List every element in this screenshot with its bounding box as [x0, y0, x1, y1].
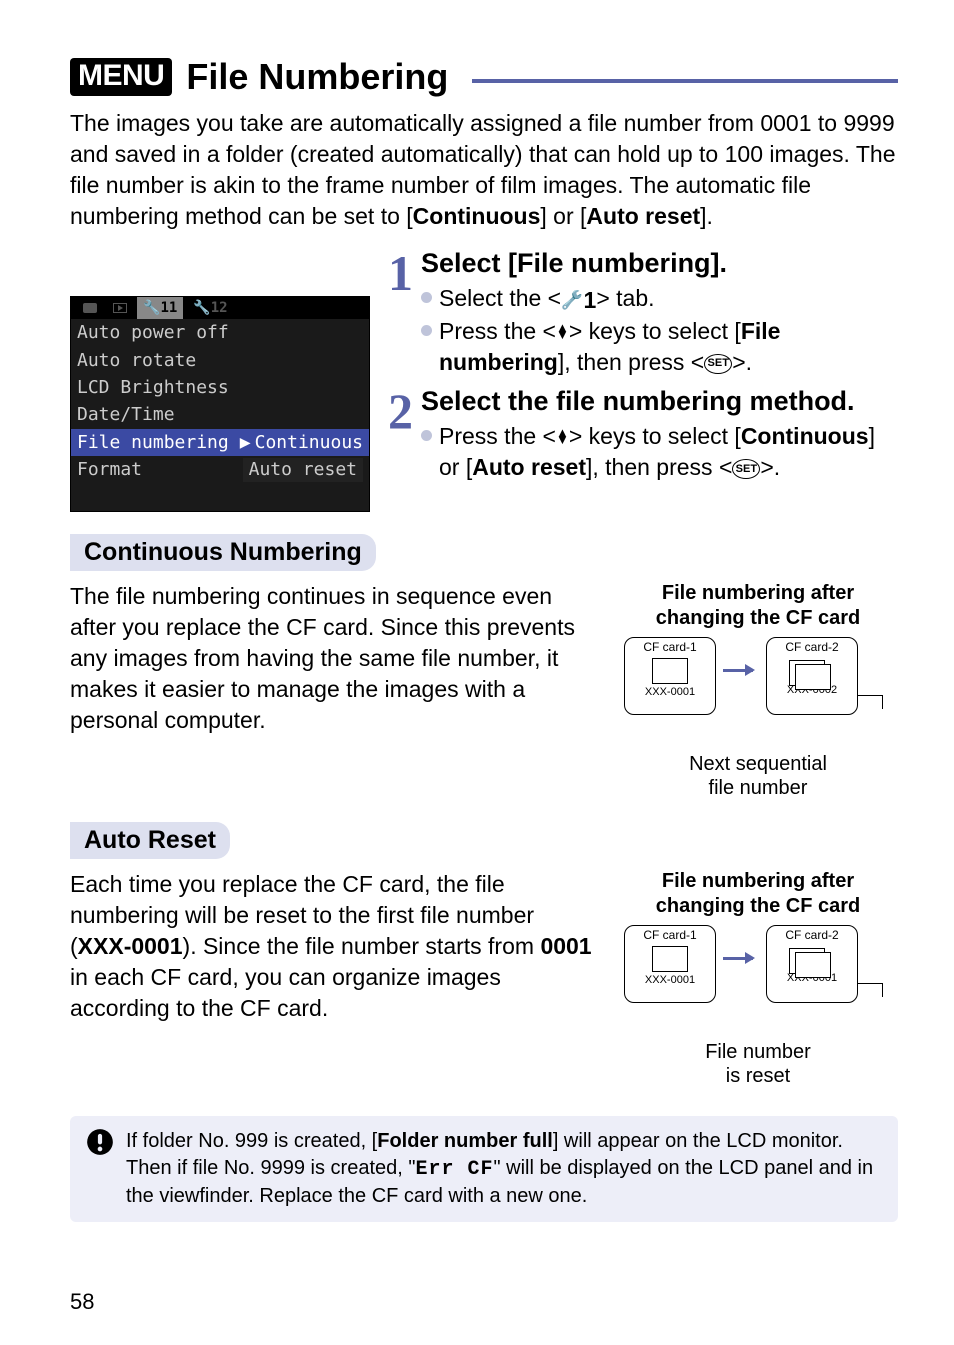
- lcd-row: Date/Time: [71, 401, 369, 428]
- warning-text: If folder No. 999 is created, [Folder nu…: [126, 1128, 882, 1210]
- diagram-title: File numbering after changing the CF car…: [618, 869, 898, 919]
- lcd-row-selected: File numbering ▶Continuous: [71, 429, 369, 456]
- wrench-icon: 🔧1: [561, 285, 596, 316]
- step-bullet: Select the <🔧1> tab.: [421, 283, 898, 316]
- card-label: CF card-2: [767, 928, 857, 942]
- arrow-icon: [723, 669, 753, 672]
- step-number: 1: [388, 248, 413, 378]
- card-label: CF card-2: [767, 640, 857, 654]
- step-title: Select [File numbering].: [421, 248, 898, 279]
- step-2: 2 Select the file numbering method. Pres…: [388, 386, 898, 483]
- lcd-tab-camera-icon: [77, 297, 103, 319]
- diagram-caption: File numberis reset: [618, 1040, 898, 1088]
- card-label: CF card-1: [625, 928, 715, 942]
- diagram-caption: Next sequentialfile number: [618, 752, 898, 800]
- step-1: 1 Select [File numbering]. Select the <🔧…: [388, 248, 898, 378]
- title-rule: [472, 79, 898, 83]
- lcd-tab-setup2: 🔧12: [187, 297, 233, 319]
- photo-icon: [652, 658, 688, 684]
- up-down-icon: [556, 325, 569, 338]
- lcd-row: [71, 484, 369, 511]
- file-number: XXX-0001: [625, 686, 715, 698]
- diagram-title: File numbering after changing the CF car…: [618, 581, 898, 631]
- lcd-screenshot: 🔧11 🔧12 Auto power off Auto rotate LCD B…: [70, 296, 370, 512]
- lcd-row: Auto power off: [71, 319, 369, 346]
- arrow-icon: [723, 957, 753, 960]
- up-down-icon: [556, 430, 569, 443]
- continuous-body: The file numbering continues in sequence…: [70, 581, 592, 800]
- step-bullet: Press the <> keys to select [File number…: [421, 316, 898, 378]
- section-header: MENU File Numbering: [70, 56, 898, 98]
- subheading-continuous: Continuous Numbering: [70, 534, 376, 571]
- file-number: XXX-0001: [625, 974, 715, 986]
- photo-icon: [795, 664, 831, 690]
- step-number: 2: [388, 386, 413, 483]
- set-button-icon: SET: [704, 354, 732, 374]
- lcd-tab-play-icon: [107, 297, 133, 319]
- step-bullet: Press the <> keys to select [Continuous]…: [421, 421, 898, 483]
- warning-icon: [86, 1128, 114, 1156]
- photo-icon: [795, 952, 831, 978]
- set-button-icon: SET: [732, 459, 760, 479]
- page-number: 58: [70, 1289, 94, 1315]
- continuous-diagram: CF card-1 XXX-0001 CF card-2 XXX-0002: [618, 637, 898, 752]
- lcd-tab-setup1: 🔧11: [137, 297, 183, 319]
- step-title: Select the file numbering method.: [421, 386, 898, 417]
- lcd-row: Auto rotate: [71, 347, 369, 374]
- autoreset-body: Each time you replace the CF card, the f…: [70, 869, 592, 1088]
- page-title: File Numbering: [186, 56, 448, 98]
- subheading-autoreset: Auto Reset: [70, 822, 230, 859]
- card-label: CF card-1: [625, 640, 715, 654]
- lcd-row: Format Auto reset: [71, 456, 369, 483]
- intro-text: The images you take are automatically as…: [70, 108, 898, 232]
- autoreset-diagram: CF card-1 XXX-0001 CF card-2 XXX-0001: [618, 925, 898, 1040]
- menu-badge: MENU: [70, 58, 172, 96]
- warning-box: If folder No. 999 is created, [Folder nu…: [70, 1116, 898, 1222]
- lcd-row: LCD Brightness: [71, 374, 369, 401]
- photo-icon: [652, 946, 688, 972]
